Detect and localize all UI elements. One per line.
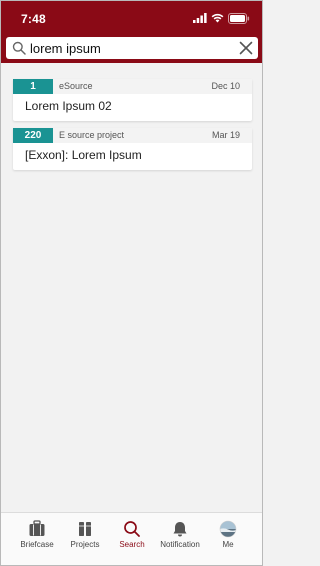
search-input[interactable] <box>30 39 230 57</box>
battery-icon <box>228 12 250 24</box>
tab-label: Briefcase <box>20 540 54 549</box>
result-count-badge: 220 <box>13 128 53 143</box>
close-icon[interactable] <box>238 40 254 56</box>
result-source: eSource <box>59 81 93 91</box>
tab-label: Notification <box>160 540 200 549</box>
tab-label: Search <box>119 540 145 549</box>
result-date: Dec 10 <box>211 81 240 91</box>
result-card-header: 220 E source project Mar 19 <box>13 128 252 143</box>
result-card-header: 1 eSource Dec 10 <box>13 79 252 94</box>
search-results: 1 eSource Dec 10 Lorem Ipsum 02 220 E so… <box>13 79 252 177</box>
briefcase-icon <box>27 520 47 538</box>
projects-icon <box>75 520 95 538</box>
bell-icon <box>170 520 190 538</box>
tab-label: Projects <box>70 540 100 549</box>
search-bar <box>6 37 258 59</box>
tab-label: Me <box>222 540 234 549</box>
tab-search[interactable]: Search <box>106 513 158 565</box>
status-icons <box>193 12 250 24</box>
result-title: [Exxon]: Lorem Ipsum <box>25 148 142 162</box>
app-frame: 7:48 lorem ipsum 1 eSource Dec 10 Lorem … <box>0 0 263 566</box>
status-time: 7:48 <box>21 12 46 26</box>
signal-icon <box>193 13 207 23</box>
result-card[interactable]: 220 E source project Mar 19 [Exxon]: Lor… <box>13 128 252 170</box>
tab-projects[interactable]: Projects <box>59 513 111 565</box>
search-icon <box>12 41 26 55</box>
bottom-tab-bar: Briefcase Projects Search Notification M… <box>1 512 262 565</box>
avatar <box>218 520 238 538</box>
result-source: E source project <box>59 130 125 140</box>
result-date: Mar 19 <box>211 130 240 140</box>
result-card[interactable]: 1 eSource Dec 10 Lorem Ipsum 02 <box>13 79 252 121</box>
search-icon <box>122 520 142 538</box>
tab-me[interactable]: Me <box>202 513 254 565</box>
status-bar: 7:48 <box>1 1 262 31</box>
result-count-badge: 1 <box>13 79 53 94</box>
header: 7:48 <box>1 1 262 63</box>
tab-notification[interactable]: Notification <box>154 513 206 565</box>
wifi-icon <box>211 13 224 23</box>
result-title: Lorem Ipsum 02 <box>25 99 112 113</box>
tab-briefcase[interactable]: Briefcase <box>11 513 63 565</box>
